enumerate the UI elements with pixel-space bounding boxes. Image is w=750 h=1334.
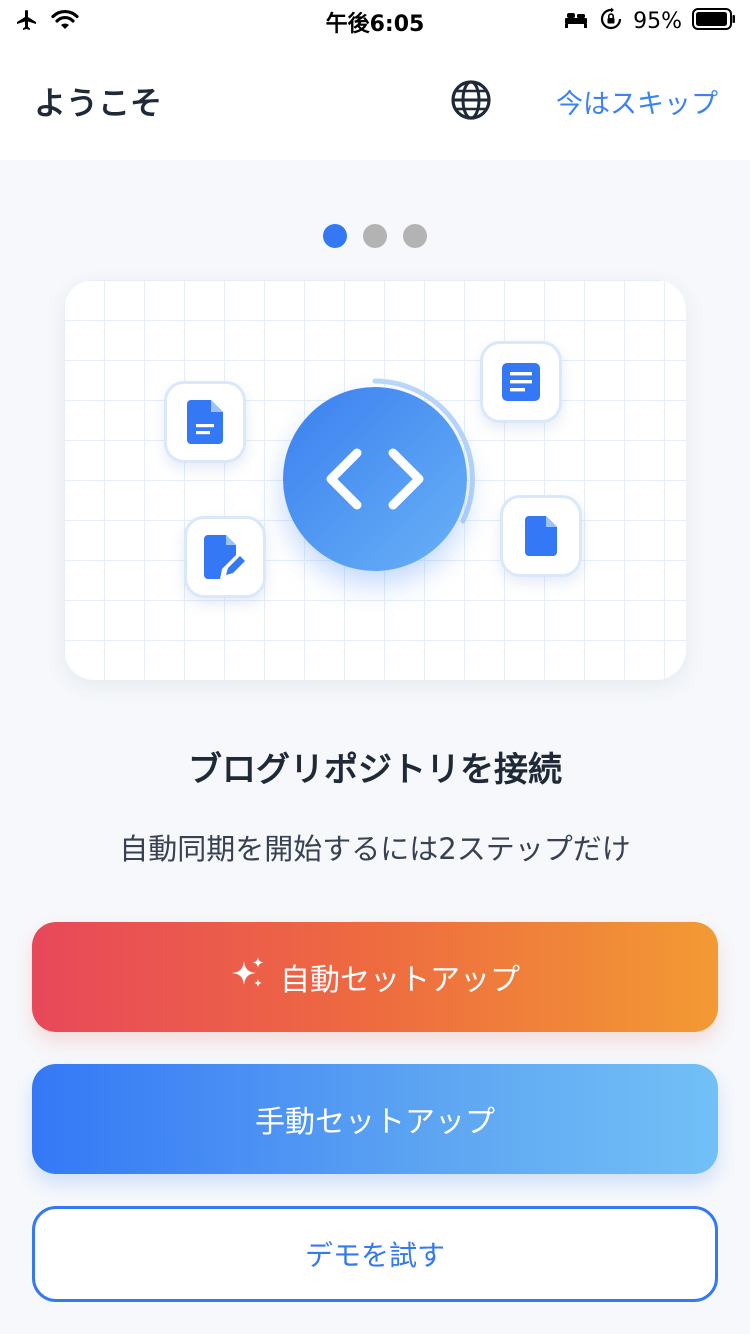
page-dot-2[interactable] <box>363 224 387 248</box>
code-icon <box>283 387 467 571</box>
onboarding-subtitle: 自動同期を開始するには2ステップだけ <box>119 832 631 866</box>
header: ようこそ 今はスキップ <box>0 40 750 160</box>
document-icon <box>164 381 246 463</box>
document-lines-icon <box>480 341 562 423</box>
globe-icon[interactable] <box>449 78 493 122</box>
sparkle-icon <box>230 955 266 999</box>
manual-setup-label: 手動セットアップ <box>255 1105 495 1140</box>
page-dot-3[interactable] <box>403 224 427 248</box>
rotation-lock-icon <box>599 7 623 35</box>
onboarding-headline: ブログリポジトリを接続 <box>188 750 562 790</box>
battery-percent: 95% <box>633 8 682 34</box>
page-title: ようこそ <box>34 84 163 122</box>
auto-setup-button[interactable]: 自動セットアップ <box>32 922 718 1032</box>
auto-setup-label: 自動セットアップ <box>280 963 520 998</box>
skip-link[interactable]: 今はスキップ <box>556 82 718 121</box>
page-indicator <box>0 224 750 248</box>
battery-icon <box>692 8 736 34</box>
edit-document-icon <box>184 516 266 598</box>
file-icon <box>500 495 582 577</box>
demo-button[interactable]: デモを試す <box>32 1206 718 1302</box>
demo-label: デモを試す <box>304 1239 445 1272</box>
manual-setup-button[interactable]: 手動セットアップ <box>32 1064 718 1174</box>
page-dot-1[interactable] <box>323 224 347 248</box>
illustration-card <box>64 280 686 680</box>
status-bar: 午後6:05 95% <box>0 0 750 40</box>
bed-icon <box>563 9 589 33</box>
status-right: 95% <box>563 7 736 35</box>
